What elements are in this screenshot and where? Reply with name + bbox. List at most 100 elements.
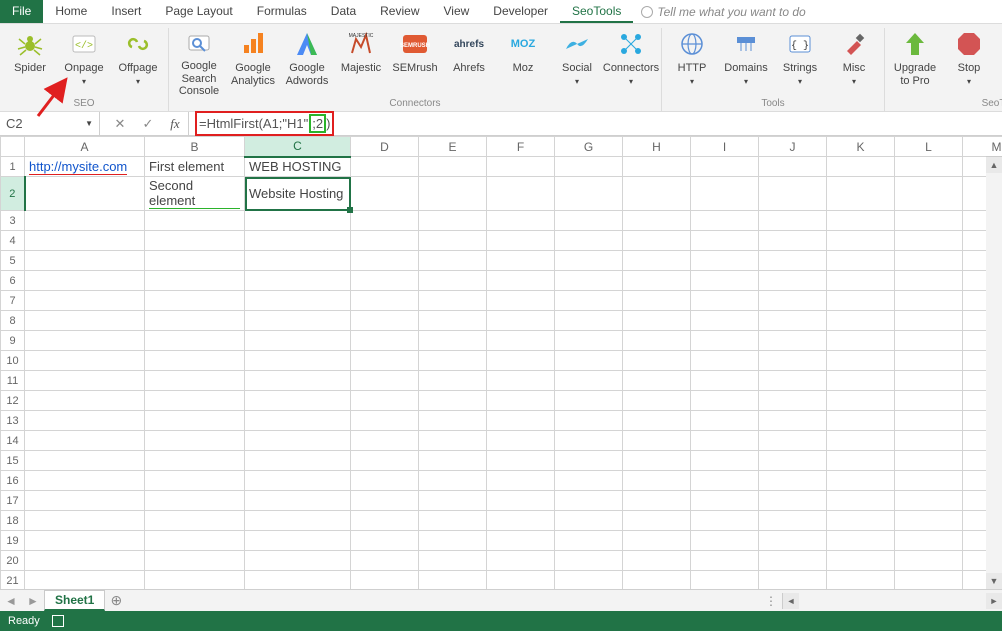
cell-H9[interactable] <box>623 331 691 351</box>
cell-C5[interactable] <box>245 251 351 271</box>
cell-F19[interactable] <box>487 531 555 551</box>
cell-B4[interactable] <box>145 231 245 251</box>
cell-F12[interactable] <box>487 391 555 411</box>
horizontal-scrollbar[interactable]: ◄ ► <box>782 593 1002 609</box>
row-header-12[interactable]: 12 <box>1 391 25 411</box>
cell-J4[interactable] <box>759 231 827 251</box>
cell-C14[interactable] <box>245 431 351 451</box>
cell-B10[interactable] <box>145 351 245 371</box>
cell-K11[interactable] <box>827 371 895 391</box>
cell-E21[interactable] <box>419 571 487 590</box>
strings-button[interactable]: { }Strings▾ <box>776 28 824 97</box>
tab-file[interactable]: File <box>0 0 43 23</box>
cell-E4[interactable] <box>419 231 487 251</box>
cell-B2[interactable]: Second element <box>145 177 245 211</box>
cell-C16[interactable] <box>245 471 351 491</box>
cell-G9[interactable] <box>555 331 623 351</box>
cell-G15[interactable] <box>555 451 623 471</box>
cell-G19[interactable] <box>555 531 623 551</box>
col-header-F[interactable]: F <box>487 137 555 157</box>
cell-I11[interactable] <box>691 371 759 391</box>
cell-H16[interactable] <box>623 471 691 491</box>
cell-I17[interactable] <box>691 491 759 511</box>
cell-B16[interactable] <box>145 471 245 491</box>
offpage-button[interactable]: Offpage▾ <box>114 28 162 97</box>
misc-button[interactable]: Misc▾ <box>830 28 878 97</box>
cell-L11[interactable] <box>895 371 963 391</box>
cell-G2[interactable] <box>555 177 623 211</box>
cell-C6[interactable] <box>245 271 351 291</box>
cell-L17[interactable] <box>895 491 963 511</box>
worksheet[interactable]: ABCDEFGHIJKLM1http://mysite.comFirst ele… <box>0 136 1002 589</box>
cell-C18[interactable] <box>245 511 351 531</box>
google-search-button[interactable]: Google Search Console <box>175 28 223 97</box>
cell-K14[interactable] <box>827 431 895 451</box>
cell-C7[interactable] <box>245 291 351 311</box>
cell-H2[interactable] <box>623 177 691 211</box>
cell-B12[interactable] <box>145 391 245 411</box>
cell-B19[interactable] <box>145 531 245 551</box>
upgrade-button[interactable]: Upgrade to Pro <box>891 28 939 97</box>
cell-C21[interactable] <box>245 571 351 590</box>
cell-L20[interactable] <box>895 551 963 571</box>
cell-D6[interactable] <box>351 271 419 291</box>
col-header-G[interactable]: G <box>555 137 623 157</box>
cell-L16[interactable] <box>895 471 963 491</box>
row-header-4[interactable]: 4 <box>1 231 25 251</box>
fx-icon[interactable]: fx <box>162 116 188 132</box>
row-header-10[interactable]: 10 <box>1 351 25 371</box>
cell-H17[interactable] <box>623 491 691 511</box>
cell-B17[interactable] <box>145 491 245 511</box>
cell-G10[interactable] <box>555 351 623 371</box>
col-header-C[interactable]: C <box>245 137 351 157</box>
cell-F6[interactable] <box>487 271 555 291</box>
cell-J9[interactable] <box>759 331 827 351</box>
name-box[interactable]: C2 ▼ <box>0 112 100 135</box>
row-header-1[interactable]: 1 <box>1 157 25 177</box>
cell-K3[interactable] <box>827 211 895 231</box>
row-header-11[interactable]: 11 <box>1 371 25 391</box>
cell-E16[interactable] <box>419 471 487 491</box>
cell-L12[interactable] <box>895 391 963 411</box>
cell-C12[interactable] <box>245 391 351 411</box>
cell-I2[interactable] <box>691 177 759 211</box>
cell-A4[interactable] <box>25 231 145 251</box>
cell-L3[interactable] <box>895 211 963 231</box>
cell-B8[interactable] <box>145 311 245 331</box>
tab-review[interactable]: Review <box>368 0 431 23</box>
scroll-down-icon[interactable]: ▼ <box>986 573 1002 589</box>
cell-J5[interactable] <box>759 251 827 271</box>
cell-F7[interactable] <box>487 291 555 311</box>
cell-A2[interactable] <box>25 177 145 211</box>
row-header-15[interactable]: 15 <box>1 451 25 471</box>
cell-H6[interactable] <box>623 271 691 291</box>
tab-view[interactable]: View <box>432 0 482 23</box>
vscroll-track[interactable] <box>986 173 1002 573</box>
row-header-7[interactable]: 7 <box>1 291 25 311</box>
cell-K18[interactable] <box>827 511 895 531</box>
cell-E6[interactable] <box>419 271 487 291</box>
cell-L15[interactable] <box>895 451 963 471</box>
cell-F18[interactable] <box>487 511 555 531</box>
cell-K21[interactable] <box>827 571 895 590</box>
cell-H3[interactable] <box>623 211 691 231</box>
cell-K10[interactable] <box>827 351 895 371</box>
row-header-16[interactable]: 16 <box>1 471 25 491</box>
row-header-9[interactable]: 9 <box>1 331 25 351</box>
cell-D2[interactable] <box>351 177 419 211</box>
row-header-19[interactable]: 19 <box>1 531 25 551</box>
cell-D12[interactable] <box>351 391 419 411</box>
cell-B11[interactable] <box>145 371 245 391</box>
cell-L2[interactable] <box>895 177 963 211</box>
cell-E18[interactable] <box>419 511 487 531</box>
row-header-18[interactable]: 18 <box>1 511 25 531</box>
add-sheet-button[interactable]: ⊕ <box>105 592 127 609</box>
cell-H10[interactable] <box>623 351 691 371</box>
http-button[interactable]: HTTP▾ <box>668 28 716 97</box>
select-all-corner[interactable] <box>1 137 25 157</box>
cell-L7[interactable] <box>895 291 963 311</box>
cell-D4[interactable] <box>351 231 419 251</box>
cell-E17[interactable] <box>419 491 487 511</box>
cell-L8[interactable] <box>895 311 963 331</box>
cell-D16[interactable] <box>351 471 419 491</box>
